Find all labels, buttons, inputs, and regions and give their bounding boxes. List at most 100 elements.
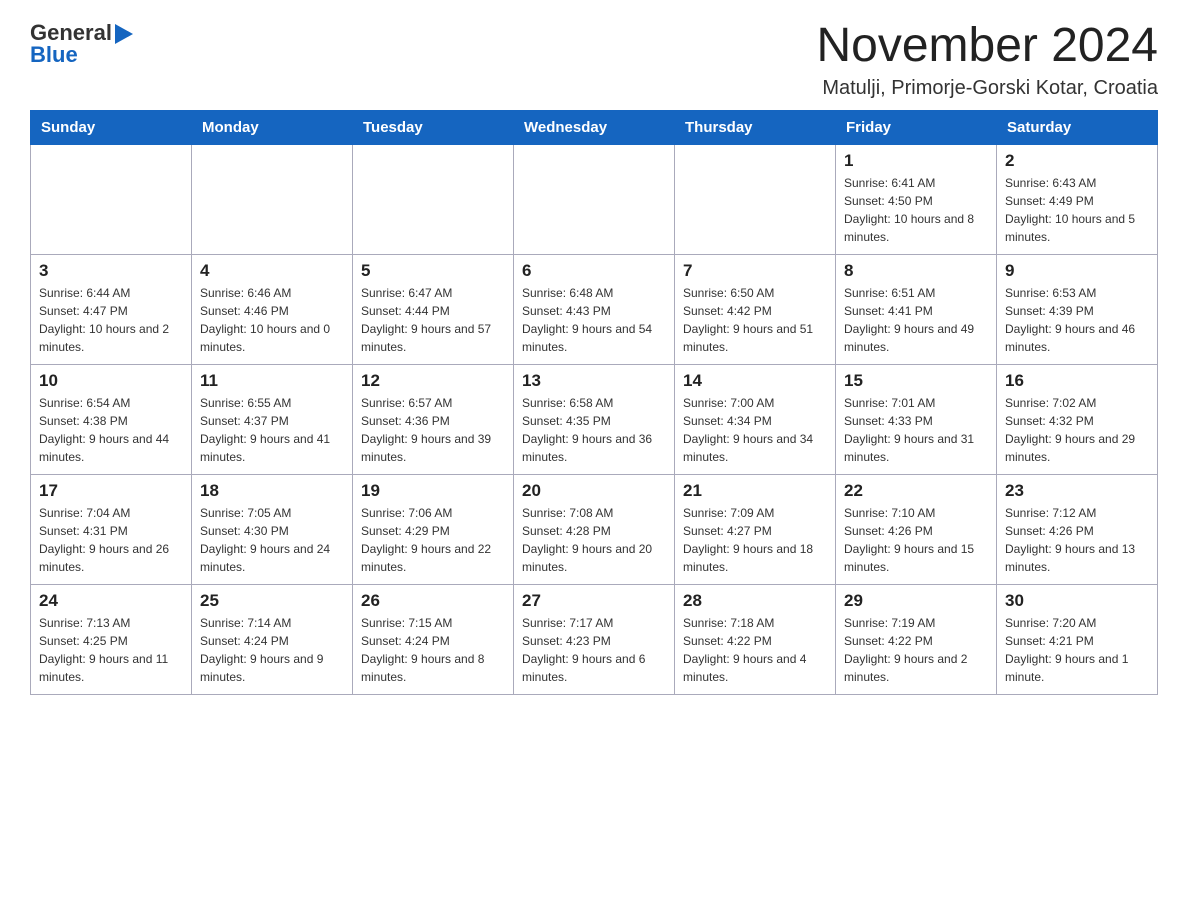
day-number: 6 (522, 261, 666, 281)
day-info: Sunrise: 6:54 AM Sunset: 4:38 PM Dayligh… (39, 394, 183, 466)
day-info: Sunrise: 7:19 AM Sunset: 4:22 PM Dayligh… (844, 614, 988, 686)
day-number: 2 (1005, 151, 1149, 171)
calendar-cell: 28 Sunrise: 7:18 AM Sunset: 4:22 PM Dayli… (675, 584, 836, 694)
calendar-cell: 8 Sunrise: 6:51 AM Sunset: 4:41 PM Daylig… (836, 254, 997, 364)
day-info: Sunrise: 6:55 AM Sunset: 4:37 PM Dayligh… (200, 394, 344, 466)
day-number: 25 (200, 591, 344, 611)
calendar-cell: 24Sunrise: 7:13 AM Sunset: 4:25 PM Dayli… (31, 584, 192, 694)
day-number: 10 (39, 371, 183, 391)
day-number: 3 (39, 261, 183, 281)
day-number: 1 (844, 151, 988, 171)
calendar-table: SundayMondayTuesdayWednesdayThursdayFrid… (30, 110, 1158, 695)
day-number: 21 (683, 481, 827, 501)
day-number: 4 (200, 261, 344, 281)
day-number: 19 (361, 481, 505, 501)
calendar-cell (31, 144, 192, 254)
day-number: 11 (200, 371, 344, 391)
day-info: Sunrise: 6:46 AM Sunset: 4:46 PM Dayligh… (200, 284, 344, 356)
day-number: 8 (844, 261, 988, 281)
day-number: 20 (522, 481, 666, 501)
calendar-cell: 11 Sunrise: 6:55 AM Sunset: 4:37 PM Dayli… (192, 364, 353, 474)
day-info: Sunrise: 7:12 AM Sunset: 4:26 PM Dayligh… (1005, 504, 1149, 576)
day-info: Sunrise: 6:44 AM Sunset: 4:47 PM Dayligh… (39, 284, 183, 356)
weekday-header-tuesday: Tuesday (353, 110, 514, 144)
calendar-header-row: SundayMondayTuesdayWednesdayThursdayFrid… (31, 110, 1158, 144)
calendar-cell: 7 Sunrise: 6:50 AM Sunset: 4:42 PM Daylig… (675, 254, 836, 364)
calendar-cell: 6 Sunrise: 6:48 AM Sunset: 4:43 PM Daylig… (514, 254, 675, 364)
day-number: 16 (1005, 371, 1149, 391)
day-info: Sunrise: 7:17 AM Sunset: 4:23 PM Dayligh… (522, 614, 666, 686)
day-info: Sunrise: 7:15 AM Sunset: 4:24 PM Dayligh… (361, 614, 505, 686)
weekday-header-friday: Friday (836, 110, 997, 144)
calendar-cell: 17 Sunrise: 7:04 AM Sunset: 4:31 PM Dayli… (31, 474, 192, 584)
day-info: Sunrise: 6:51 AM Sunset: 4:41 PM Dayligh… (844, 284, 988, 356)
calendar-cell: 18 Sunrise: 7:05 AM Sunset: 4:30 PM Dayli… (192, 474, 353, 584)
calendar-cell (353, 144, 514, 254)
day-info: Sunrise: 6:47 AM Sunset: 4:44 PM Dayligh… (361, 284, 505, 356)
calendar-cell: 15 Sunrise: 7:01 AM Sunset: 4:33 PM Dayli… (836, 364, 997, 474)
calendar-cell: 25 Sunrise: 7:14 AM Sunset: 4:24 PM Dayli… (192, 584, 353, 694)
calendar-cell: 30 Sunrise: 7:20 AM Sunset: 4:21 PM Dayli… (997, 584, 1158, 694)
calendar-cell: 19 Sunrise: 7:06 AM Sunset: 4:29 PM Dayli… (353, 474, 514, 584)
calendar-cell: 12Sunrise: 6:57 AM Sunset: 4:36 PM Dayli… (353, 364, 514, 474)
day-info: Sunrise: 7:04 AM Sunset: 4:31 PM Dayligh… (39, 504, 183, 576)
calendar-cell: 9Sunrise: 6:53 AM Sunset: 4:39 PM Daylig… (997, 254, 1158, 364)
day-number: 30 (1005, 591, 1149, 611)
calendar-cell: 4 Sunrise: 6:46 AM Sunset: 4:46 PM Daylig… (192, 254, 353, 364)
calendar-cell: 13Sunrise: 6:58 AM Sunset: 4:35 PM Dayli… (514, 364, 675, 474)
calendar-cell: 10 Sunrise: 6:54 AM Sunset: 4:38 PM Dayli… (31, 364, 192, 474)
location-title: Matulji, Primorje-Gorski Kotar, Croatia (816, 77, 1158, 100)
calendar-cell: 2Sunrise: 6:43 AM Sunset: 4:49 PM Daylig… (997, 144, 1158, 254)
calendar-cell: 21Sunrise: 7:09 AM Sunset: 4:27 PM Dayli… (675, 474, 836, 584)
day-info: Sunrise: 7:13 AM Sunset: 4:25 PM Dayligh… (39, 614, 183, 686)
day-number: 17 (39, 481, 183, 501)
weekday-header-sunday: Sunday (31, 110, 192, 144)
day-info: Sunrise: 7:18 AM Sunset: 4:22 PM Dayligh… (683, 614, 827, 686)
day-number: 26 (361, 591, 505, 611)
week-row-5: 24Sunrise: 7:13 AM Sunset: 4:25 PM Dayli… (31, 584, 1158, 694)
day-info: Sunrise: 6:50 AM Sunset: 4:42 PM Dayligh… (683, 284, 827, 356)
day-number: 13 (522, 371, 666, 391)
day-info: Sunrise: 7:05 AM Sunset: 4:30 PM Dayligh… (200, 504, 344, 576)
calendar-cell: 16Sunrise: 7:02 AM Sunset: 4:32 PM Dayli… (997, 364, 1158, 474)
calendar-cell (514, 144, 675, 254)
calendar-cell: 27Sunrise: 7:17 AM Sunset: 4:23 PM Dayli… (514, 584, 675, 694)
day-info: Sunrise: 7:00 AM Sunset: 4:34 PM Dayligh… (683, 394, 827, 466)
day-info: Sunrise: 7:06 AM Sunset: 4:29 PM Dayligh… (361, 504, 505, 576)
day-number: 5 (361, 261, 505, 281)
week-row-2: 3 Sunrise: 6:44 AM Sunset: 4:47 PM Daylig… (31, 254, 1158, 364)
calendar-cell: 23 Sunrise: 7:12 AM Sunset: 4:26 PM Dayli… (997, 474, 1158, 584)
day-number: 9 (1005, 261, 1149, 281)
day-info: Sunrise: 6:41 AM Sunset: 4:50 PM Dayligh… (844, 174, 988, 246)
day-number: 23 (1005, 481, 1149, 501)
day-info: Sunrise: 6:48 AM Sunset: 4:43 PM Dayligh… (522, 284, 666, 356)
day-number: 7 (683, 261, 827, 281)
day-number: 28 (683, 591, 827, 611)
day-info: Sunrise: 7:14 AM Sunset: 4:24 PM Dayligh… (200, 614, 344, 686)
day-number: 15 (844, 371, 988, 391)
day-number: 18 (200, 481, 344, 501)
day-number: 29 (844, 591, 988, 611)
day-info: Sunrise: 7:20 AM Sunset: 4:21 PM Dayligh… (1005, 614, 1149, 686)
calendar-cell: 22Sunrise: 7:10 AM Sunset: 4:26 PM Dayli… (836, 474, 997, 584)
month-title: November 2024 (816, 20, 1158, 73)
calendar-cell: 29 Sunrise: 7:19 AM Sunset: 4:22 PM Dayli… (836, 584, 997, 694)
calendar-cell: 1 Sunrise: 6:41 AM Sunset: 4:50 PM Daylig… (836, 144, 997, 254)
calendar-cell (675, 144, 836, 254)
weekday-header-thursday: Thursday (675, 110, 836, 144)
page-header: General Blue November 2024 Matulji, Prim… (30, 20, 1158, 100)
day-info: Sunrise: 7:01 AM Sunset: 4:33 PM Dayligh… (844, 394, 988, 466)
week-row-4: 17 Sunrise: 7:04 AM Sunset: 4:31 PM Dayli… (31, 474, 1158, 584)
week-row-1: 1 Sunrise: 6:41 AM Sunset: 4:50 PM Daylig… (31, 144, 1158, 254)
day-number: 12 (361, 371, 505, 391)
calendar-cell: 5 Sunrise: 6:47 AM Sunset: 4:44 PM Daylig… (353, 254, 514, 364)
day-info: Sunrise: 7:10 AM Sunset: 4:26 PM Dayligh… (844, 504, 988, 576)
day-info: Sunrise: 7:08 AM Sunset: 4:28 PM Dayligh… (522, 504, 666, 576)
week-row-3: 10 Sunrise: 6:54 AM Sunset: 4:38 PM Dayli… (31, 364, 1158, 474)
weekday-header-saturday: Saturday (997, 110, 1158, 144)
day-number: 14 (683, 371, 827, 391)
title-block: November 2024 Matulji, Primorje-Gorski K… (816, 20, 1158, 100)
calendar-cell: 26 Sunrise: 7:15 AM Sunset: 4:24 PM Dayli… (353, 584, 514, 694)
logo-arrow-icon (115, 24, 133, 44)
calendar-cell: 3 Sunrise: 6:44 AM Sunset: 4:47 PM Daylig… (31, 254, 192, 364)
